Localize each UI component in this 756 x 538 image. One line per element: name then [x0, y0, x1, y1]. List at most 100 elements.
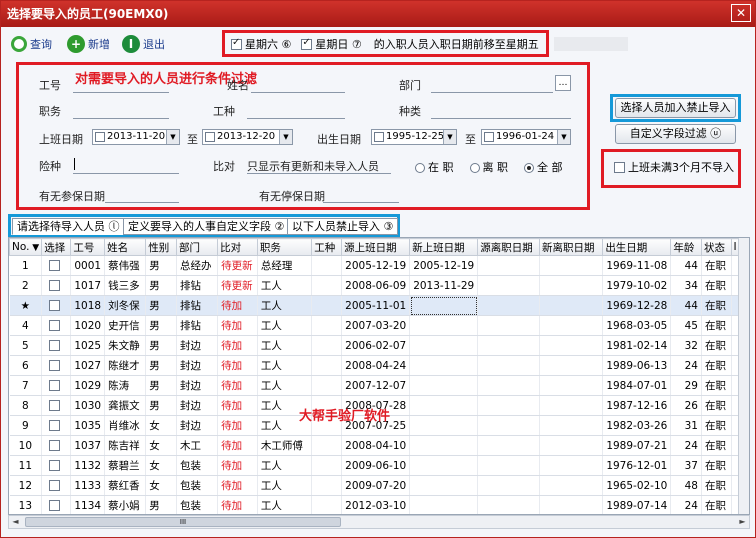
cell-new-leave[interactable]	[539, 315, 604, 336]
column-header[interactable]: 工种	[311, 238, 343, 256]
table-row[interactable]: 4 1020 史开信男排钻 待加 工人 2007-03-20 1968-03-05 45 在职	[9, 315, 749, 336]
cell-birth[interactable]: 1981-02-14	[602, 335, 672, 356]
cell-select[interactable]	[41, 335, 72, 356]
cell-position[interactable]: 木工师傅	[257, 435, 313, 456]
cell-new-join[interactable]: 2013-11-29	[409, 275, 479, 296]
row-select-checkbox[interactable]	[49, 320, 61, 331]
cell-new-leave[interactable]	[539, 415, 604, 436]
cell-no[interactable]: 9	[9, 415, 43, 436]
cell-gender[interactable]: 男	[145, 295, 177, 316]
cell-src-join[interactable]: 2006-02-07	[341, 335, 411, 356]
cell-emp-no[interactable]: 1025	[70, 335, 106, 356]
column-header[interactable]: 工号	[70, 238, 106, 256]
position-input[interactable]	[73, 118, 169, 119]
cell-src-leave[interactable]	[477, 495, 540, 514]
cell-new-join[interactable]	[409, 415, 479, 436]
tab-custom-fields[interactable]: 定义要导入的人事自定义字段 ②	[123, 218, 290, 235]
cell-age[interactable]: 37	[670, 455, 702, 476]
status-left-radio[interactable]: 离 职	[469, 159, 508, 175]
cell-no[interactable]: 13	[9, 495, 43, 514]
dropdown-arrow-icon[interactable]: ▼	[279, 130, 292, 144]
cell-birth[interactable]: 1987-12-16	[602, 395, 672, 416]
cell-src-leave[interactable]	[477, 455, 540, 476]
birth-date-from[interactable]: 1995-12-25 ▼	[371, 129, 457, 145]
birth-date-to[interactable]: 1996-01-24 ▼	[481, 129, 571, 145]
cell-status[interactable]: 在职	[701, 295, 732, 316]
cell-name[interactable]: 刘冬保	[104, 295, 147, 316]
close-icon[interactable]: ✕	[731, 4, 751, 22]
cell-worktype[interactable]	[311, 295, 343, 316]
cell-src-leave[interactable]	[477, 355, 540, 376]
cell-dept[interactable]: 封边	[176, 415, 219, 436]
table-row[interactable]: 13 1134 蔡小娟男包装 待加 工人 2012-03-10 1989-07-14 24 在职	[9, 495, 749, 514]
column-header[interactable]: 性别	[145, 238, 177, 256]
scroll-right-icon[interactable]: ►	[736, 516, 749, 528]
column-header[interactable]: 状态	[701, 238, 732, 256]
name-input[interactable]	[251, 92, 345, 93]
tab-forbidden-employees[interactable]: 以下人员禁止导入 ③	[287, 218, 399, 235]
cell-compare[interactable]: 待加	[217, 455, 258, 476]
cell-birth[interactable]: 1969-11-08	[602, 255, 672, 276]
sunday-checkbox[interactable]	[301, 37, 313, 50]
cell-new-join[interactable]	[409, 495, 479, 514]
cell-src-leave[interactable]	[477, 255, 540, 276]
cell-age[interactable]: 24	[670, 355, 702, 376]
table-row[interactable]: 1 0001 蔡伟强男总经办 待更新 总经理 2005-12-19 2005-12-19 19…	[9, 255, 749, 276]
cell-compare[interactable]: 待加	[217, 335, 258, 356]
cell-age[interactable]: 24	[670, 495, 702, 514]
cell-new-leave[interactable]	[539, 475, 604, 496]
vertical-scrollbar[interactable]	[738, 238, 749, 514]
cell-src-join[interactable]: 2008-04-24	[341, 355, 411, 376]
cell-emp-no[interactable]: 1018	[70, 295, 106, 316]
cell-emp-no[interactable]: 1030	[70, 395, 106, 416]
cell-compare[interactable]: 待加	[217, 295, 258, 316]
cell-compare[interactable]: 待加	[217, 475, 258, 496]
cell-gender[interactable]: 男	[145, 335, 177, 356]
cell-age[interactable]: 44	[670, 295, 702, 316]
horizontal-scrollbar[interactable]: ◄ III ►	[8, 515, 750, 529]
cell-no[interactable]: 7	[9, 375, 43, 396]
cell-new-leave[interactable]	[539, 335, 604, 356]
row-select-checkbox[interactable]	[49, 340, 61, 351]
cell-src-join[interactable]: 2009-06-10	[341, 455, 411, 476]
cell-position[interactable]: 工人	[257, 475, 313, 496]
table-row[interactable]: 11 1132 蔡碧兰女包装 待加 工人 2009-06-10 1976-12-01 37 在职	[9, 455, 749, 476]
worktype-input[interactable]	[247, 118, 345, 119]
cell-no[interactable]: 10	[9, 435, 43, 456]
cell-emp-no[interactable]: 1037	[70, 435, 106, 456]
cell-worktype[interactable]	[311, 375, 343, 396]
cell-worktype[interactable]	[311, 495, 343, 514]
column-header[interactable]: 出生日期	[602, 238, 672, 256]
type-input[interactable]	[431, 118, 571, 119]
cell-age[interactable]: 48	[670, 475, 702, 496]
cell-position[interactable]: 工人	[257, 275, 313, 296]
cell-compare[interactable]: 待加	[217, 415, 258, 436]
cell-new-leave[interactable]	[539, 255, 604, 276]
cell-emp-no[interactable]: 1132	[70, 455, 106, 476]
cell-name[interactable]: 陈涛	[104, 375, 147, 396]
add-button[interactable]: + 新增	[67, 34, 110, 54]
cell-age[interactable]: 24	[670, 435, 702, 456]
cell-new-leave[interactable]	[539, 395, 604, 416]
cell-select[interactable]	[41, 475, 72, 496]
cell-src-join[interactable]: 2005-12-19	[341, 255, 411, 276]
cell-status[interactable]: 在职	[701, 315, 732, 336]
cell-emp-no[interactable]: 1029	[70, 375, 106, 396]
cell-position[interactable]: 工人	[257, 375, 313, 396]
column-header[interactable]: 新上班日期	[409, 238, 479, 256]
custom-field-filter-button[interactable]: 自定义字段过滤 ⓤ	[615, 124, 736, 144]
cell-select[interactable]	[41, 295, 72, 316]
cell-select[interactable]	[41, 315, 72, 336]
cell-new-leave[interactable]	[539, 455, 604, 476]
scroll-left-icon[interactable]: ◄	[9, 516, 22, 528]
cell-position[interactable]: 工人	[257, 315, 313, 336]
cell-src-leave[interactable]	[477, 315, 540, 336]
cell-gender[interactable]: 男	[145, 355, 177, 376]
cell-age[interactable]: 32	[670, 335, 702, 356]
cell-gender[interactable]: 女	[145, 435, 177, 456]
cell-emp-no[interactable]: 1035	[70, 415, 106, 436]
cell-name[interactable]: 钱三多	[104, 275, 147, 296]
cell-status[interactable]: 在职	[701, 395, 732, 416]
cell-emp-no[interactable]: 0001	[70, 255, 106, 276]
emp-no-input[interactable]	[73, 92, 169, 93]
